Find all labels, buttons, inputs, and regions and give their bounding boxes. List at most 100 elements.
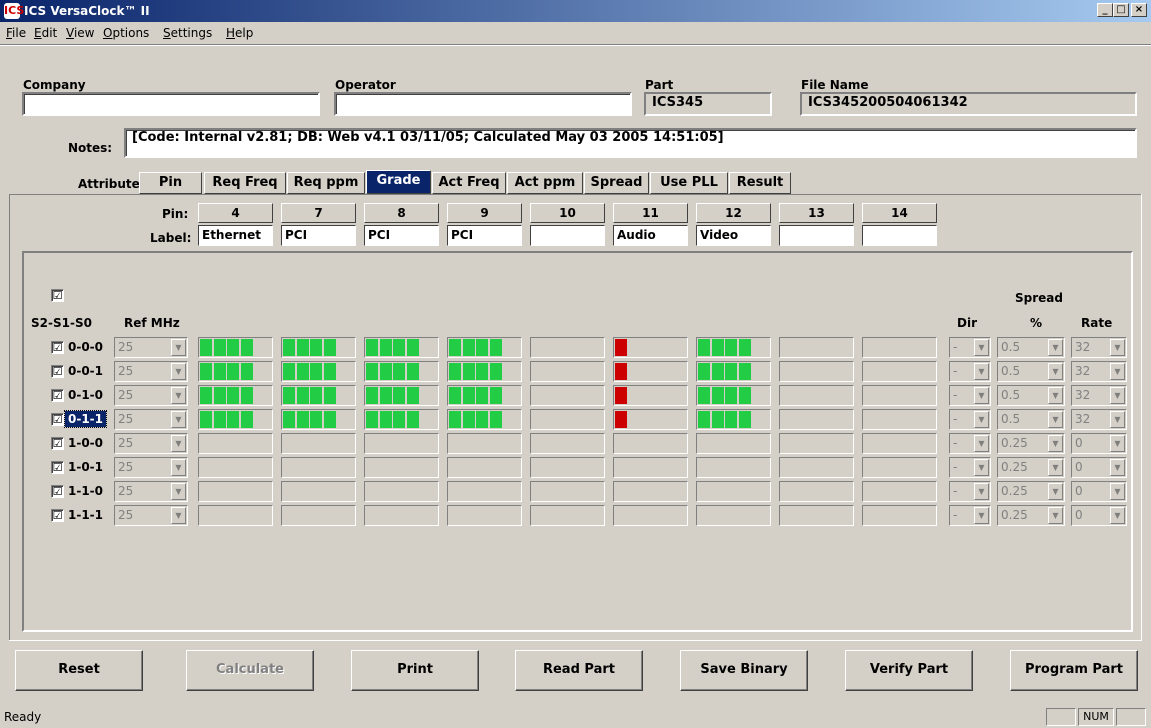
chevron-down-icon[interactable]: ▼ (1110, 435, 1125, 452)
spread-pct-combo[interactable]: 0.25 ▼ (997, 481, 1065, 502)
calculate-button[interactable]: Calculate (186, 650, 314, 691)
ref-mhz-combo[interactable]: 25 ▼ (114, 361, 188, 382)
menu-view[interactable]: View (66, 26, 94, 40)
spread-rate-combo[interactable]: 32 ▼ (1071, 385, 1127, 406)
operator-input[interactable] (334, 92, 632, 116)
spread-rate-combo[interactable]: 32 ▼ (1071, 337, 1127, 358)
chevron-down-icon[interactable]: ▼ (974, 483, 989, 500)
chevron-down-icon[interactable]: ▼ (974, 507, 989, 524)
tab-act-ppm[interactable]: Act ppm (507, 172, 583, 194)
chevron-down-icon[interactable]: ▼ (171, 435, 186, 452)
tab-use-pll[interactable]: Use PLL (650, 172, 728, 194)
chevron-down-icon[interactable]: ▼ (1110, 459, 1125, 476)
company-input[interactable] (22, 92, 320, 116)
ref-mhz-combo[interactable]: 25 ▼ (114, 433, 188, 454)
ref-mhz-combo[interactable]: 25 ▼ (114, 505, 188, 526)
chevron-down-icon[interactable]: ▼ (974, 411, 989, 428)
chevron-down-icon[interactable]: ▼ (171, 411, 186, 428)
chevron-down-icon[interactable]: ▼ (171, 387, 186, 404)
pin-label-input-9[interactable]: PCI (447, 225, 522, 246)
ref-mhz-combo[interactable]: 25 ▼ (114, 337, 188, 358)
chevron-down-icon[interactable]: ▼ (1110, 411, 1125, 428)
pin-label-input-11[interactable]: Audio (613, 225, 688, 246)
save-binary-button[interactable]: Save Binary (680, 650, 808, 691)
tab-act-freq[interactable]: Act Freq (432, 172, 506, 194)
dir-combo[interactable]: - ▼ (949, 337, 991, 358)
dir-combo[interactable]: - ▼ (949, 505, 991, 526)
pin-label-input-13[interactable] (779, 225, 854, 246)
maximize-button[interactable]: □ (1113, 3, 1129, 17)
spread-rate-combo[interactable]: 32 ▼ (1071, 361, 1127, 382)
spread-pct-combo[interactable]: 0.5 ▼ (997, 385, 1065, 406)
chevron-down-icon[interactable]: ▼ (171, 339, 186, 356)
dir-combo[interactable]: - ▼ (949, 457, 991, 478)
notes-input[interactable]: [Code: Internal v2.81; DB: Web v4.1 03/1… (124, 128, 1137, 158)
chevron-down-icon[interactable]: ▼ (171, 363, 186, 380)
row-checkbox[interactable]: ☑ (51, 461, 64, 474)
tab-result[interactable]: Result (729, 172, 791, 194)
chevron-down-icon[interactable]: ▼ (1048, 435, 1063, 452)
row-checkbox[interactable]: ☑ (51, 389, 64, 402)
menu-help[interactable]: Help (226, 26, 253, 40)
row-checkbox[interactable]: ☑ (51, 341, 64, 354)
chevron-down-icon[interactable]: ▼ (974, 459, 989, 476)
chevron-down-icon[interactable]: ▼ (974, 339, 989, 356)
tab-req-freq[interactable]: Req Freq (204, 172, 286, 194)
menu-settings[interactable]: Settings (163, 26, 212, 40)
chevron-down-icon[interactable]: ▼ (974, 363, 989, 380)
spread-pct-combo[interactable]: 0.5 ▼ (997, 337, 1065, 358)
spread-pct-combo[interactable]: 0.25 ▼ (997, 457, 1065, 478)
menu-options[interactable]: Options (103, 26, 149, 40)
chevron-down-icon[interactable]: ▼ (1048, 339, 1063, 356)
master-checkbox[interactable]: ☑ (51, 289, 64, 302)
ref-mhz-combo[interactable]: 25 ▼ (114, 409, 188, 430)
spread-rate-combo[interactable]: 32 ▼ (1071, 409, 1127, 430)
read-part-button[interactable]: Read Part (515, 650, 643, 691)
print-button[interactable]: Print (351, 650, 479, 691)
close-button[interactable]: × (1131, 3, 1147, 17)
chevron-down-icon[interactable]: ▼ (1110, 363, 1125, 380)
chevron-down-icon[interactable]: ▼ (1110, 483, 1125, 500)
dir-combo[interactable]: - ▼ (949, 433, 991, 454)
chevron-down-icon[interactable]: ▼ (974, 387, 989, 404)
chevron-down-icon[interactable]: ▼ (1048, 507, 1063, 524)
tab-pin[interactable]: Pin (139, 172, 202, 194)
pin-label-input-8[interactable]: PCI (364, 225, 439, 246)
pin-label-input-12[interactable]: Video (696, 225, 771, 246)
tab-req-ppm[interactable]: Req ppm (287, 172, 365, 194)
chevron-down-icon[interactable]: ▼ (1048, 411, 1063, 428)
minimize-button[interactable]: _ (1097, 3, 1113, 17)
row-checkbox[interactable]: ☑ (51, 365, 64, 378)
menu-edit[interactable]: Edit (34, 26, 57, 40)
dir-combo[interactable]: - ▼ (949, 361, 991, 382)
row-checkbox[interactable]: ☑ (51, 509, 64, 522)
verify-part-button[interactable]: Verify Part (845, 650, 973, 691)
chevron-down-icon[interactable]: ▼ (1110, 387, 1125, 404)
ref-mhz-combo[interactable]: 25 ▼ (114, 385, 188, 406)
row-checkbox[interactable]: ☑ (51, 485, 64, 498)
dir-combo[interactable]: - ▼ (949, 409, 991, 430)
chevron-down-icon[interactable]: ▼ (1048, 459, 1063, 476)
spread-rate-combo[interactable]: 0 ▼ (1071, 481, 1127, 502)
reset-button[interactable]: Reset (15, 650, 143, 691)
spread-pct-combo[interactable]: 0.5 ▼ (997, 409, 1065, 430)
row-checkbox[interactable]: ☑ (51, 437, 64, 450)
ref-mhz-combo[interactable]: 25 ▼ (114, 481, 188, 502)
chevron-down-icon[interactable]: ▼ (1048, 483, 1063, 500)
pin-label-input-14[interactable] (862, 225, 937, 246)
tab-spread[interactable]: Spread (584, 172, 649, 194)
spread-rate-combo[interactable]: 0 ▼ (1071, 505, 1127, 526)
ref-mhz-combo[interactable]: 25 ▼ (114, 457, 188, 478)
chevron-down-icon[interactable]: ▼ (1048, 387, 1063, 404)
chevron-down-icon[interactable]: ▼ (1110, 507, 1125, 524)
tab-grade[interactable]: Grade (366, 170, 431, 194)
program-part-button[interactable]: Program Part (1010, 650, 1138, 691)
spread-rate-combo[interactable]: 0 ▼ (1071, 457, 1127, 478)
row-checkbox[interactable]: ☑ (51, 413, 64, 426)
pin-label-input-7[interactable]: PCI (281, 225, 356, 246)
chevron-down-icon[interactable]: ▼ (171, 483, 186, 500)
pin-label-input-10[interactable] (530, 225, 605, 246)
chevron-down-icon[interactable]: ▼ (1048, 363, 1063, 380)
menu-file[interactable]: File (6, 26, 26, 40)
spread-rate-combo[interactable]: 0 ▼ (1071, 433, 1127, 454)
